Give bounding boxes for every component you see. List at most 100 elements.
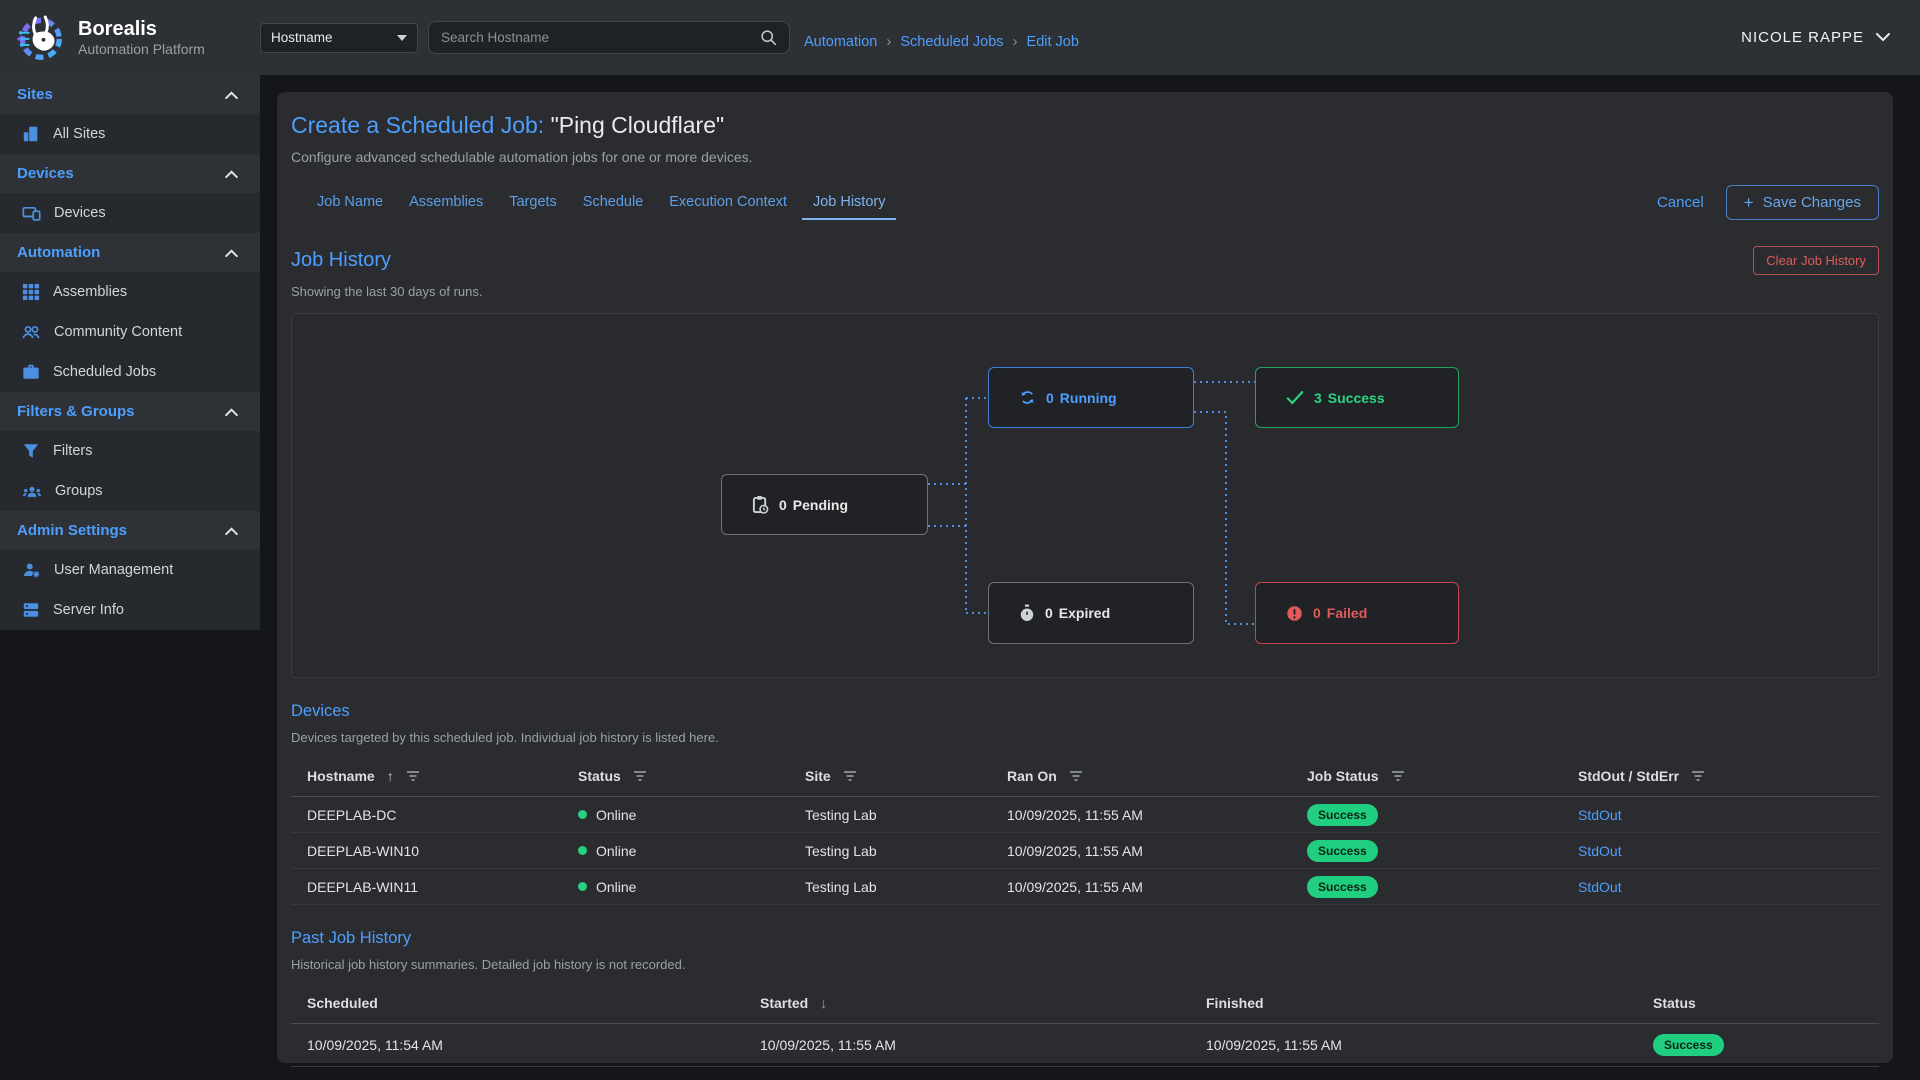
hostname-select[interactable]: Hostname	[260, 23, 418, 53]
devices-icon	[22, 204, 41, 222]
device-ran-on: 10/09/2025, 11:55 AM	[1007, 843, 1307, 859]
job-status-flow-panel: 0 Pending 0 Running 3 Success 0 Expired	[291, 313, 1879, 678]
page-subtitle: Configure advanced schedulable automatio…	[291, 149, 1879, 165]
main-area: Create a Scheduled Job: "Ping Cloudflare…	[260, 75, 1920, 1080]
col-status[interactable]: Status	[578, 768, 805, 784]
breadcrumb: Automation › Scheduled Jobs › Edit Job	[804, 33, 1079, 50]
success-count: 3	[1314, 390, 1322, 406]
stdout-link[interactable]: StdOut	[1578, 843, 1622, 859]
col-site[interactable]: Site	[805, 768, 1007, 784]
check-icon	[1286, 390, 1304, 405]
col-job-status[interactable]: Job Status	[1307, 768, 1578, 784]
sidebar-section-devices[interactable]: Devices	[0, 154, 260, 193]
device-row: DEEPLAB-DC Online Testing Lab 10/09/2025…	[291, 797, 1879, 833]
page-title-job-name: "Ping Cloudflare"	[551, 112, 725, 138]
device-row: DEEPLAB-WIN10 Online Testing Lab 10/09/2…	[291, 833, 1879, 869]
caret-down-icon	[397, 35, 407, 41]
sidebar-item-label: User Management	[54, 562, 173, 578]
filter-icon[interactable]	[633, 770, 647, 782]
sidebar-item-groups[interactable]: Groups	[0, 471, 260, 511]
borealis-logo-icon	[12, 10, 68, 66]
device-site: Testing Lab	[805, 807, 1007, 823]
breadcrumb-separator: ›	[886, 33, 891, 50]
brand[interactable]: Borealis Automation Platform	[0, 10, 260, 66]
expired-count: 0	[1045, 605, 1053, 621]
save-changes-label: Save Changes	[1763, 194, 1861, 211]
search-box[interactable]	[428, 21, 790, 54]
col-scheduled[interactable]: Scheduled	[307, 995, 760, 1011]
clipboard-clock-icon	[752, 495, 769, 514]
breadcrumb-automation[interactable]: Automation	[804, 34, 877, 50]
col-past-status[interactable]: Status	[1653, 995, 1863, 1011]
cancel-button[interactable]: Cancel	[1657, 194, 1704, 211]
tab-job-history[interactable]: Job History	[800, 186, 899, 220]
breadcrumb-scheduled-jobs[interactable]: Scheduled Jobs	[900, 34, 1003, 50]
edit-job-card: Create a Scheduled Job: "Ping Cloudflare…	[277, 92, 1893, 1063]
breadcrumb-edit-job[interactable]: Edit Job	[1027, 34, 1079, 50]
filter-icon[interactable]	[843, 770, 857, 782]
section-label: Filters & Groups	[17, 403, 135, 420]
filter-icon[interactable]	[406, 770, 420, 782]
tab-schedule[interactable]: Schedule	[570, 186, 656, 220]
sidebar-section-filters-groups[interactable]: Filters & Groups	[0, 392, 260, 431]
stdout-link[interactable]: StdOut	[1578, 807, 1622, 823]
flow-node-success[interactable]: 3 Success	[1255, 367, 1459, 428]
flow-node-pending[interactable]: 0 Pending	[721, 474, 928, 535]
sidebar-item-server-info[interactable]: Server Info	[0, 590, 260, 630]
device-status: Online	[578, 843, 805, 859]
sidebar-item-filters[interactable]: Filters	[0, 431, 260, 471]
device-site: Testing Lab	[805, 879, 1007, 895]
breadcrumb-separator: ›	[1013, 33, 1018, 50]
col-started[interactable]: Started ↓	[760, 995, 1206, 1011]
filter-icon[interactable]	[1069, 770, 1083, 782]
sidebar-item-all-sites[interactable]: All Sites	[0, 114, 260, 154]
filter-icon[interactable]	[1391, 770, 1405, 782]
sidebar-section-automation[interactable]: Automation	[0, 233, 260, 272]
sidebar-section-admin-settings[interactable]: Admin Settings	[0, 511, 260, 550]
save-changes-button[interactable]: + Save Changes	[1726, 185, 1879, 220]
stopwatch-icon	[1019, 604, 1035, 622]
sidebar-item-scheduled-jobs[interactable]: Scheduled Jobs	[0, 352, 260, 392]
search-icon[interactable]	[760, 29, 777, 46]
col-hostname[interactable]: Hostname ↑	[307, 768, 578, 784]
search-input[interactable]	[441, 30, 760, 45]
sidebar-item-label: Filters	[53, 443, 92, 459]
sidebar: Sites All Sites Devices Devices Automati…	[0, 75, 260, 1080]
filter-icon[interactable]	[1691, 770, 1705, 782]
col-ran-on[interactable]: Ran On	[1007, 768, 1307, 784]
past-job-history-heading: Past Job History	[291, 929, 1879, 948]
sidebar-section-sites[interactable]: Sites	[0, 75, 260, 114]
flow-node-expired[interactable]: 0 Expired	[988, 582, 1194, 644]
sidebar-item-label: Community Content	[54, 324, 182, 340]
online-dot-icon	[578, 810, 587, 819]
flow-node-failed[interactable]: 0 Failed	[1255, 582, 1459, 644]
failed-count: 0	[1313, 605, 1321, 621]
page-title: Create a Scheduled Job: "Ping Cloudflare…	[291, 112, 1879, 139]
past-status: Success	[1653, 1034, 1863, 1056]
section-label: Automation	[17, 244, 100, 261]
status-badge: Success	[1307, 804, 1378, 826]
tab-job-name[interactable]: Job Name	[304, 186, 396, 220]
device-ran-on: 10/09/2025, 11:55 AM	[1007, 807, 1307, 823]
device-status: Online	[578, 879, 805, 895]
stdout-link[interactable]: StdOut	[1578, 879, 1622, 895]
col-finished[interactable]: Finished	[1206, 995, 1653, 1011]
flow-node-running[interactable]: 0 Running	[988, 367, 1194, 428]
tab-targets[interactable]: Targets	[496, 186, 570, 220]
clear-job-history-button[interactable]: Clear Job History	[1753, 246, 1879, 275]
chevron-up-icon	[225, 527, 238, 535]
user-menu[interactable]: NICOLE RAPPE	[1741, 29, 1890, 46]
sidebar-item-community-content[interactable]: Community Content	[0, 312, 260, 352]
tab-assemblies[interactable]: Assemblies	[396, 186, 496, 220]
chevron-up-icon	[225, 170, 238, 178]
past-scheduled: 10/09/2025, 11:54 AM	[307, 1037, 760, 1053]
sidebar-item-assemblies[interactable]: Assemblies	[0, 272, 260, 312]
col-stdout[interactable]: StdOut / StdErr	[1578, 768, 1863, 784]
tab-execution-context[interactable]: Execution Context	[656, 186, 800, 220]
past-table-header: Scheduled Started ↓ Finished Status	[291, 982, 1879, 1024]
sidebar-item-user-management[interactable]: User Management	[0, 550, 260, 590]
device-hostname: DEEPLAB-DC	[307, 807, 578, 823]
failed-label: Failed	[1327, 605, 1367, 621]
sidebar-item-devices[interactable]: Devices	[0, 193, 260, 233]
chevron-up-icon	[225, 249, 238, 257]
